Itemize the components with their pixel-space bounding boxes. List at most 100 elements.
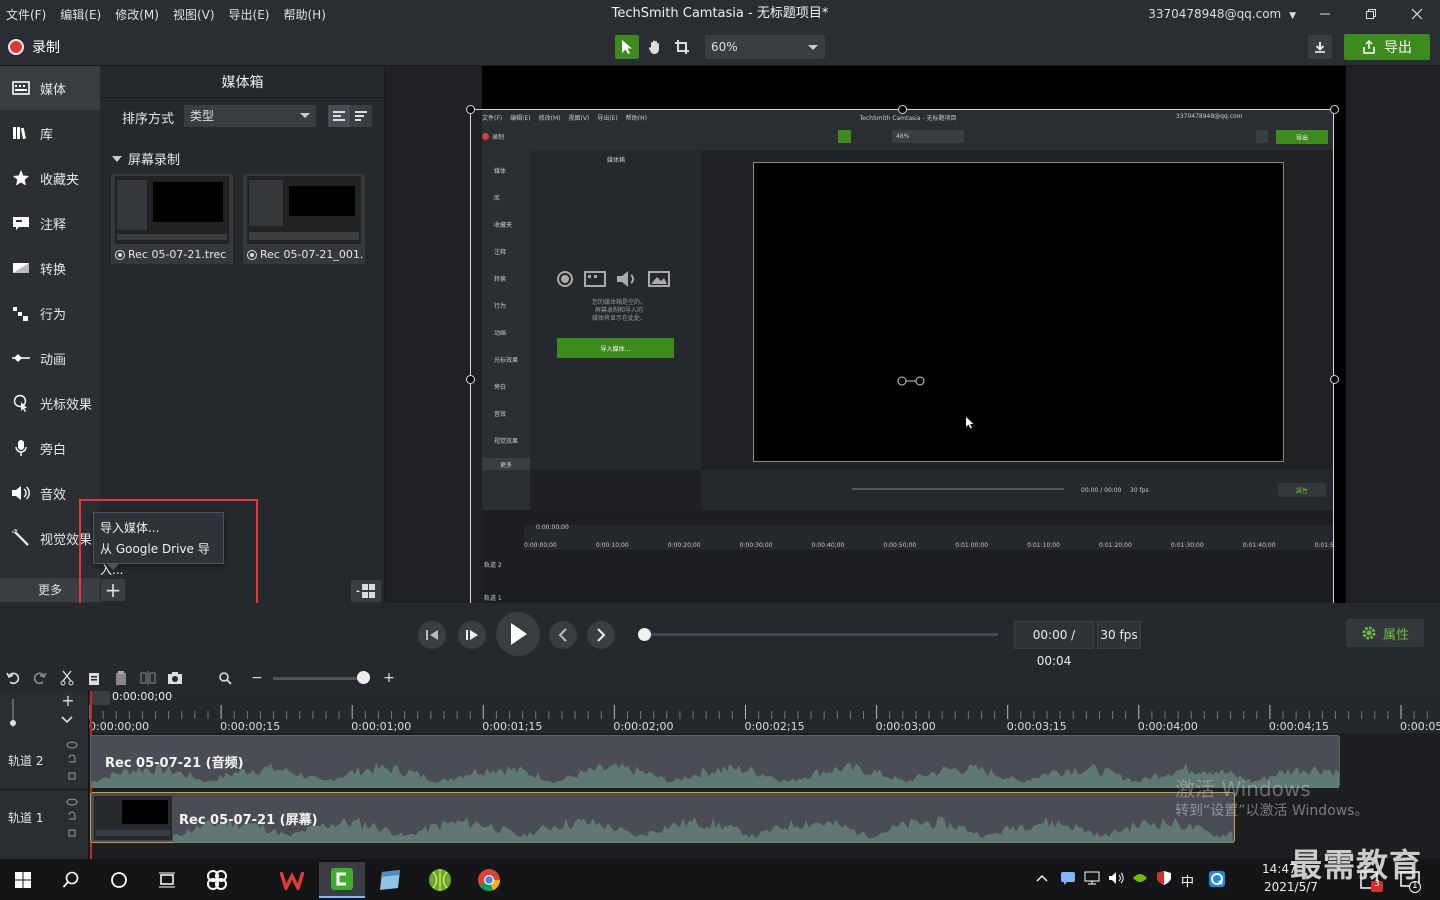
app-pinwheel[interactable] (194, 862, 240, 898)
sidebar-item-behaviors[interactable]: 行为 (0, 291, 100, 335)
ime-indicator[interactable]: 中 (1181, 871, 1194, 890)
sidebar-item-annotations[interactable]: 注释 (0, 201, 100, 245)
security-shield-icon[interactable] (1156, 870, 1172, 890)
sort-select[interactable]: 类型 (184, 105, 316, 127)
screen-recording-clip[interactable]: Rec 05-07-21 (屏幕) (90, 792, 1235, 843)
sort-value: 类型 (190, 109, 215, 123)
next-marker-button[interactable] (587, 621, 615, 649)
audio-clip[interactable]: Rec 05-07-21 (音频) (90, 735, 1340, 788)
menu-help[interactable]: 帮助(H) (283, 6, 325, 23)
app-melon[interactable] (417, 862, 463, 898)
resize-handle[interactable] (466, 105, 475, 114)
hand-icon (648, 40, 659, 54)
menu-view[interactable]: 视图(V) (173, 6, 215, 23)
menu-edit[interactable]: 编辑(E) (60, 6, 101, 23)
step-back-button[interactable] (418, 621, 446, 649)
ruler-tick-label: 0:00:05 (1400, 720, 1440, 733)
step-forward-icon (466, 630, 478, 640)
scrub-bar[interactable] (644, 633, 998, 636)
sidebar-item-animations[interactable]: 动画 (0, 336, 100, 380)
zoom-search-button[interactable] (216, 669, 234, 687)
track-header-1[interactable]: 轨道 1 (0, 791, 89, 843)
microphone-icon (10, 437, 32, 459)
add-track-button[interactable]: + (60, 693, 76, 709)
previous-marker-button[interactable] (549, 621, 577, 649)
redo-button[interactable] (31, 669, 49, 687)
pan-tool-button[interactable] (643, 35, 667, 59)
notepad-icon (380, 870, 400, 890)
properties-button[interactable]: 属性 (1346, 619, 1424, 647)
export-button[interactable]: 导出 (1344, 34, 1430, 60)
paste-button[interactable] (112, 669, 130, 687)
library-icon (10, 122, 32, 144)
track-height-slider[interactable] (8, 697, 18, 733)
record-button[interactable]: 录制 (8, 36, 60, 58)
app-camtasia[interactable] (319, 862, 365, 898)
scrub-handle[interactable] (638, 628, 651, 641)
undo-button[interactable] (4, 669, 22, 687)
start-button[interactable] (0, 862, 46, 898)
media-item[interactable]: Rec 05-07-21_001... (243, 174, 365, 264)
ruler-tick-label: 0:00:03;00 (875, 720, 936, 733)
sidebar-item-transitions[interactable]: 转换 (0, 246, 100, 290)
task-view-button[interactable] (144, 862, 190, 898)
split-button[interactable] (139, 669, 157, 687)
crop-tool-button[interactable] (670, 35, 694, 59)
sidebar-item-library[interactable]: 库 (0, 111, 100, 155)
menu-export[interactable]: 导出(E) (229, 6, 270, 23)
play-button[interactable] (496, 612, 540, 656)
menu-modify[interactable]: 修改(M) (115, 6, 159, 23)
resize-handle[interactable] (1330, 105, 1339, 114)
collapse-tracks-button[interactable] (60, 714, 74, 729)
network-icon[interactable] (1084, 871, 1100, 889)
track-controls[interactable] (66, 797, 78, 841)
cut-button[interactable] (58, 669, 76, 687)
step-forward-button[interactable] (458, 621, 486, 649)
menu-file[interactable]: 文件(F) (6, 6, 46, 23)
account-menu[interactable]: 3370478948@qq.com ▼ (1148, 0, 1296, 28)
cortana-button[interactable] (96, 862, 142, 898)
zoom-select[interactable]: 60% (705, 35, 825, 59)
app-notes[interactable] (367, 862, 413, 898)
crop-icon (675, 40, 689, 54)
group-screen-recordings[interactable]: 屏幕录制 (112, 149, 180, 168)
sidebar-item-voice-narration[interactable]: 旁白 (0, 426, 100, 470)
grid-view-button[interactable] (351, 580, 381, 602)
minimize-button[interactable] (1302, 0, 1348, 28)
tray-overflow-icon[interactable] (1036, 872, 1048, 886)
select-tool-button[interactable] (615, 35, 639, 59)
track-controls[interactable] (66, 740, 78, 784)
copy-button[interactable] (85, 669, 103, 687)
timeline-zoom-handle[interactable] (357, 671, 370, 684)
sidebar-item-media[interactable]: 媒体 (0, 66, 100, 110)
download-button[interactable] (1308, 35, 1332, 59)
resize-handle[interactable] (466, 375, 475, 384)
nvidia-icon[interactable] (1132, 871, 1148, 889)
app-wps[interactable] (269, 862, 315, 898)
zoom-in-button[interactable]: + (380, 669, 398, 687)
qq-icon[interactable] (1208, 870, 1226, 892)
sidebar-item-cursor-effects[interactable]: 光标效果 (0, 381, 100, 425)
center-anchor-icon[interactable] (897, 375, 927, 390)
zoom-out-button[interactable]: − (248, 669, 266, 687)
detail-view-button[interactable] (350, 105, 372, 127)
resize-handle[interactable] (898, 105, 907, 114)
minimize-icon (1320, 13, 1330, 15)
close-button[interactable] (1394, 0, 1440, 28)
wechat-icon[interactable] (1060, 871, 1076, 889)
search-button[interactable] (48, 862, 94, 898)
sort-label: 排序方式 (122, 112, 175, 127)
timeline-zoom-slider[interactable] (273, 677, 365, 680)
clip-name: Rec 05-07-21 (音频) (105, 756, 244, 771)
volume-icon[interactable] (1108, 871, 1126, 889)
app-chrome[interactable] (466, 862, 512, 898)
playhead-handle[interactable] (90, 691, 110, 705)
list-view-button[interactable] (328, 105, 350, 127)
track-header-2[interactable]: 轨道 2 (0, 734, 89, 790)
media-item[interactable]: Rec 05-07-21.trec (111, 174, 233, 264)
snapshot-button[interactable] (166, 669, 184, 687)
sidebar-item-favorites[interactable]: 收藏夹 (0, 156, 100, 200)
resize-handle[interactable] (1330, 375, 1339, 384)
media-icon (10, 77, 32, 99)
maximize-button[interactable] (1348, 0, 1394, 28)
